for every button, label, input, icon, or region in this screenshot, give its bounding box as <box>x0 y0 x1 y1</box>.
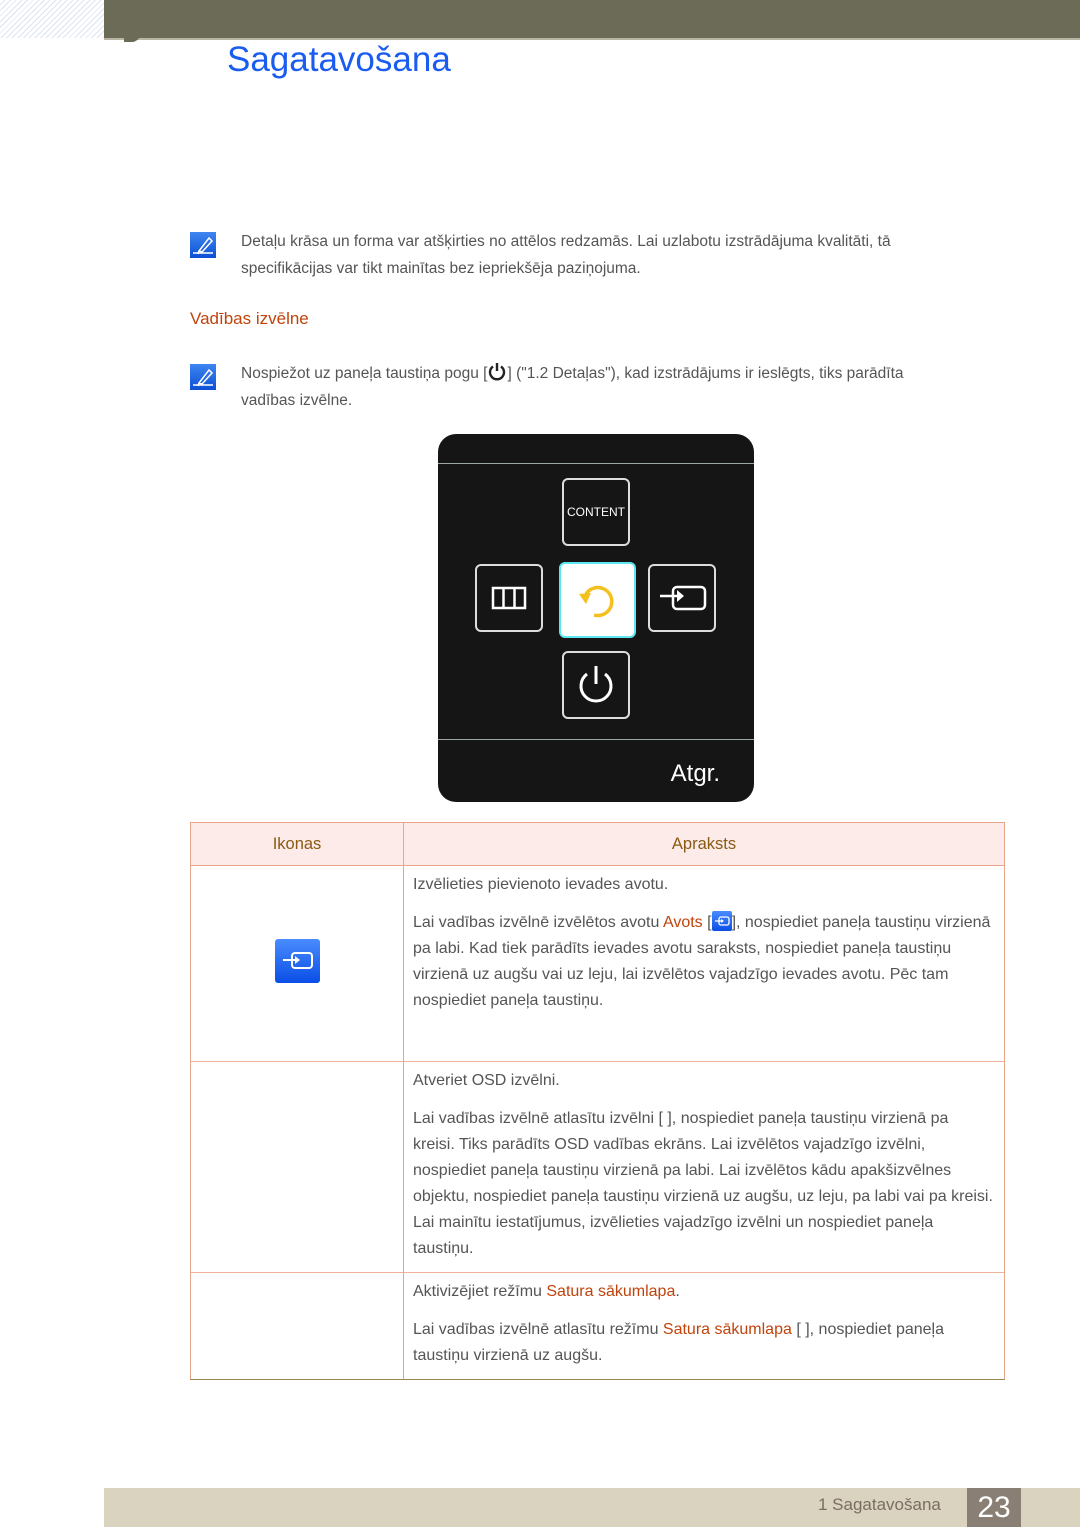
icon-cell <box>190 865 404 1062</box>
icons-description-table: Ikonas Apraksts Izvēlieties pievienoto i… <box>190 822 1005 1380</box>
highlight-term: Satura sākumlapa <box>662 1321 792 1338</box>
highlight-term: Satura sākumlapa <box>546 1283 676 1300</box>
page-number: 23 <box>967 1488 1021 1527</box>
table-row: Atveriet OSD izvēlni. Lai vadības izvēln… <box>190 1061 1005 1273</box>
power-icon <box>489 363 506 381</box>
description-summary: Atveriet OSD izvēlni. <box>413 1072 560 1089</box>
osd-top-divider <box>438 463 754 464</box>
table-row: Aktivizējiet režīmu Satura sākumlapa. La… <box>190 1272 1005 1380</box>
note-1: Detaļu krāsa un forma var atšķirties no … <box>190 228 891 277</box>
power-icon <box>579 666 613 703</box>
note-pencil-icon <box>190 364 216 390</box>
footer-chapter-label: 1 Sagatavošana <box>818 1495 941 1514</box>
column-header-icons: Ikonas <box>190 822 404 866</box>
osd-return-label: Atgr. <box>670 760 720 787</box>
osd-content-button[interactable]: CONTENT <box>562 478 630 546</box>
note-2-line-1: Nospiežot uz paneļa taustiņa pogu [] ("1… <box>241 360 991 387</box>
description-cell: Atveriet OSD izvēlni. Lai vadības izvēln… <box>403 1061 1005 1273</box>
description-detail: Lai vadības izvēlnē atlasītu režīmu Satu… <box>413 1321 944 1364</box>
source-icon <box>711 911 732 931</box>
source-icon <box>274 939 320 983</box>
osd-power-button[interactable] <box>562 651 630 719</box>
osd-return-button[interactable] <box>559 562 636 638</box>
header-hatch-decoration <box>0 0 104 38</box>
osd-source-button[interactable] <box>648 564 716 632</box>
note-1-line-2: specifikācijas var tikt mainītas bez iep… <box>241 260 641 277</box>
note-2: Nospiežot uz paneļa taustiņa pogu [] ("1… <box>190 360 904 409</box>
description-cell: Aktivizējiet režīmu Satura sākumlapa. La… <box>403 1272 1005 1380</box>
section-title: Vadības izvēlne <box>190 309 309 328</box>
note-2-line-2: vadības izvēlne. <box>241 392 353 409</box>
icon-cell <box>190 1061 404 1273</box>
note-pencil-icon <box>190 232 216 258</box>
column-header-description: Apraksts <box>403 822 1005 866</box>
header-bar <box>104 0 1080 40</box>
highlight-term: Avots <box>662 914 703 931</box>
description-summary: Aktivizējiet režīmu Satura sākumlapa. <box>413 1283 680 1300</box>
content-icon: CONTENT <box>567 505 625 519</box>
header-tab-notch <box>104 34 148 44</box>
description-summary: Izvēlieties pievienoto ievades avotu. <box>413 876 669 893</box>
description-detail: Lai vadības izvēlnē atlasītu izvēlni [ ]… <box>413 1110 993 1257</box>
source-icon <box>660 585 707 611</box>
page-title: Sagatavošana <box>227 40 451 79</box>
osd-menu-button[interactable] <box>475 564 543 632</box>
control-menu-osd: CONTENT Atgr. <box>438 434 754 802</box>
menu-icon <box>491 586 527 610</box>
description-cell: Izvēlieties pievienoto ievades avotu. La… <box>403 865 1005 1062</box>
icon-cell <box>190 1272 404 1380</box>
return-icon <box>578 585 614 618</box>
table-header-row: Ikonas Apraksts <box>190 822 1005 866</box>
table-row: Izvēlieties pievienoto ievades avotu. La… <box>190 865 1005 1062</box>
note-1-line-1: Detaļu krāsa un forma var atšķirties no … <box>241 233 891 250</box>
description-detail: Lai vadības izvēlnē izvēlētos avotu Avot… <box>413 910 994 1014</box>
osd-bottom-divider <box>438 739 754 740</box>
